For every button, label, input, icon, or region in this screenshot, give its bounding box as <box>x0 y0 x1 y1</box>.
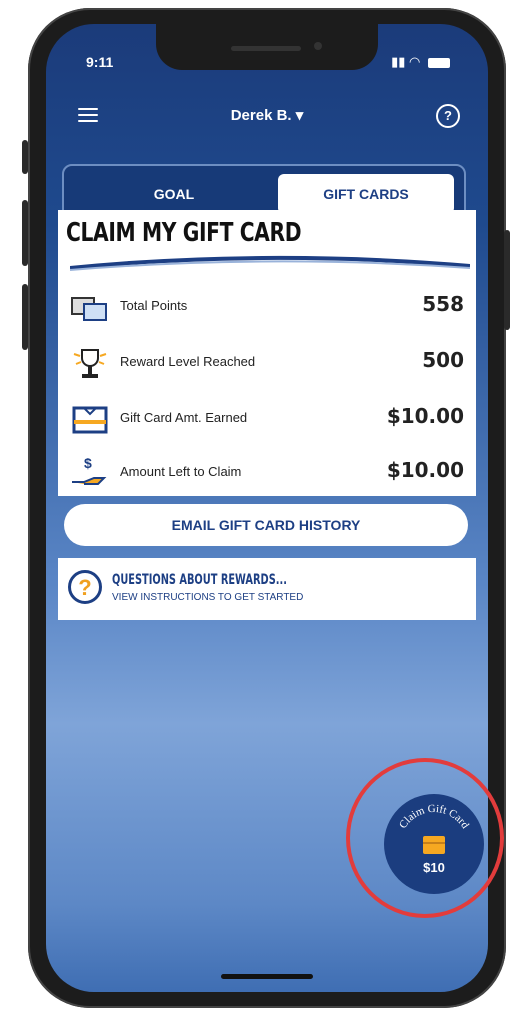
row-amount-left: $ Amount Left to Claim $10.00 <box>58 454 476 494</box>
question-icon: ? <box>68 570 102 604</box>
row-label: Amount Left to Claim <box>120 464 242 479</box>
app-header: Derek B. ▾ ? <box>46 96 488 136</box>
questions-subtitle[interactable]: VIEW INSTRUCTIONS TO GET STARTED <box>112 592 303 603</box>
row-label: Reward Level Reached <box>120 354 256 369</box>
camera-icon <box>314 42 322 50</box>
power-button <box>504 230 510 330</box>
row-reward-level: Reward Level Reached 500 <box>58 344 476 384</box>
volume-up-button <box>22 200 28 266</box>
title-swoosh <box>70 255 470 271</box>
email-history-button[interactable]: EMAIL GIFT CARD HISTORY <box>64 504 468 546</box>
highlight-ring <box>346 758 504 918</box>
gift-card-icon <box>72 406 108 434</box>
speaker-grille <box>231 46 301 51</box>
row-value: $10.00 <box>386 458 464 482</box>
volume-down-button <box>22 284 28 350</box>
status-time: 9:11 <box>86 54 114 70</box>
mute-switch <box>22 140 28 174</box>
user-switcher[interactable]: Derek B. ▾ <box>46 106 488 124</box>
help-icon[interactable]: ? <box>436 104 460 128</box>
notch <box>156 24 378 70</box>
wifi-icon: ◠ <box>409 54 421 69</box>
card-title: CLAIM MY GIFT CARD <box>66 218 302 248</box>
tab-goal[interactable]: GOAL <box>74 174 274 214</box>
row-value: $10.00 <box>386 404 464 428</box>
questions-title: QUESTIONS ABOUT REWARDS... <box>112 572 287 588</box>
row-value: 500 <box>422 348 464 372</box>
home-indicator[interactable] <box>221 974 313 979</box>
row-total-points: Total Points 558 <box>58 288 476 328</box>
signal-icon: ▮▮ <box>391 54 406 69</box>
svg-text:$: $ <box>84 455 92 471</box>
row-label: Gift Card Amt. Earned <box>120 410 248 425</box>
claim-gift-card-panel: CLAIM MY GIFT CARD Total Points 558 Rewa… <box>58 210 476 496</box>
row-value: 558 <box>422 292 464 316</box>
status-icons: ▮▮ ◠ <box>391 54 450 70</box>
tab-gift-cards[interactable]: GIFT CARDS <box>278 174 454 214</box>
cards-icon <box>71 297 107 321</box>
money-hand-icon: $ <box>72 455 107 485</box>
questions-banner[interactable]: ? QUESTIONS ABOUT REWARDS... VIEW INSTRU… <box>58 558 476 620</box>
row-label: Total Points <box>120 298 188 313</box>
battery-icon <box>428 57 450 68</box>
trophy-icon <box>73 349 107 378</box>
row-gift-card-earned: Gift Card Amt. Earned $10.00 <box>58 400 476 440</box>
